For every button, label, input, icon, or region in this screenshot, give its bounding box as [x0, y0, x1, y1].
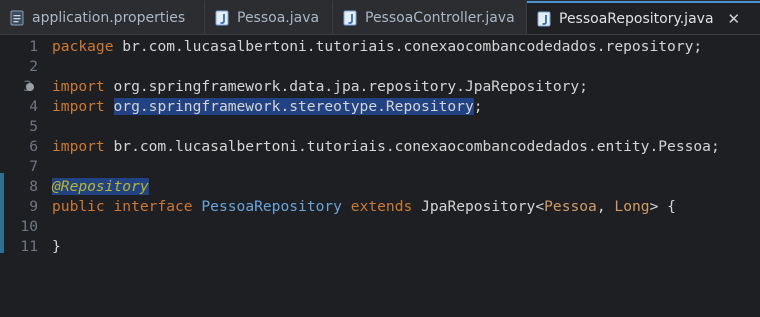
- code-line: 11 }: [0, 237, 760, 257]
- selected-text: org.springframework.stereotype.Repositor…: [113, 98, 474, 115]
- line-number: 7: [29, 158, 38, 175]
- line-number: 3: [0, 77, 42, 97]
- line-number: 5: [29, 118, 38, 135]
- line-number: 8: [29, 178, 38, 195]
- code-line: 10: [0, 217, 760, 237]
- code-line: 5: [0, 117, 760, 137]
- tab-label: application.properties: [32, 9, 186, 26]
- keyword: import: [52, 98, 105, 115]
- type-argument: Pessoa: [544, 198, 597, 215]
- keyword: import: [52, 138, 105, 155]
- keyword: public: [52, 198, 105, 215]
- interface-name: PessoaRepository: [201, 198, 342, 215]
- code-line: 2: [0, 57, 760, 77]
- type-argument: Long: [614, 198, 650, 215]
- line-number: 9: [29, 198, 38, 215]
- tab-label: PessoaRepository.java: [559, 10, 714, 27]
- supertype-name: JpaRepository: [421, 198, 536, 215]
- keyword: interface: [113, 198, 193, 215]
- tab-pessoarepository-java[interactable]: PessoaRepository.java ✕: [527, 1, 760, 34]
- code-text: }: [52, 238, 61, 255]
- code-text: org.springframework.data.jpa.repository.…: [104, 78, 588, 95]
- tab-pessoa-java[interactable]: Pessoa.java: [205, 1, 333, 34]
- line-number: 11: [20, 238, 38, 255]
- editor-tab-bar: application.properties Pessoa.java Pesso…: [0, 0, 760, 35]
- code-line: 1 package br.com.lucasalbertoni.tutoriai…: [0, 37, 760, 57]
- fold-marker-icon[interactable]: [26, 83, 34, 91]
- annotation: @Repository: [52, 178, 149, 195]
- tab-application-properties[interactable]: application.properties: [0, 1, 205, 34]
- line-number: 6: [29, 138, 38, 155]
- code-text: <: [535, 198, 545, 215]
- line-number: 4: [29, 98, 38, 115]
- keyword: extends: [350, 198, 413, 215]
- java-file-icon: [537, 11, 551, 26]
- code-text: br.com.lucasalbertoni.tutoriais.conexaoc…: [104, 138, 720, 155]
- code-line: 4 import org.springframework.stereotype.…: [0, 97, 760, 117]
- code-text: ;: [473, 98, 483, 115]
- line-number: 2: [29, 58, 38, 75]
- tab-label: Pessoa.java: [237, 9, 320, 26]
- code-editor[interactable]: 1 package br.com.lucasalbertoni.tutoriai…: [0, 35, 760, 257]
- tab-pessoacontroller-java[interactable]: PessoaController.java: [333, 1, 527, 34]
- code-line: 3 import org.springframework.data.jpa.re…: [0, 77, 760, 97]
- code-text: ,: [596, 198, 615, 215]
- keyword: package: [52, 38, 114, 55]
- code-text: br.com.lucasalbertoni.tutoriais.conexaoc…: [113, 38, 703, 55]
- code-line: 9 public interface PessoaRepository exte…: [0, 197, 760, 217]
- tab-label: PessoaController.java: [365, 9, 515, 26]
- properties-file-icon: [10, 10, 24, 25]
- java-file-icon: [215, 10, 229, 25]
- keyword: import: [52, 78, 105, 95]
- line-number: 10: [20, 218, 38, 235]
- java-file-icon: [343, 10, 357, 25]
- code-line: 6 import br.com.lucasalbertoni.tutoriais…: [0, 137, 760, 157]
- line-number: 1: [29, 38, 38, 55]
- close-icon[interactable]: ✕: [728, 10, 741, 28]
- code-text: > {: [649, 198, 676, 215]
- code-line: 7: [0, 157, 760, 177]
- code-line: 8 @Repository: [0, 177, 760, 197]
